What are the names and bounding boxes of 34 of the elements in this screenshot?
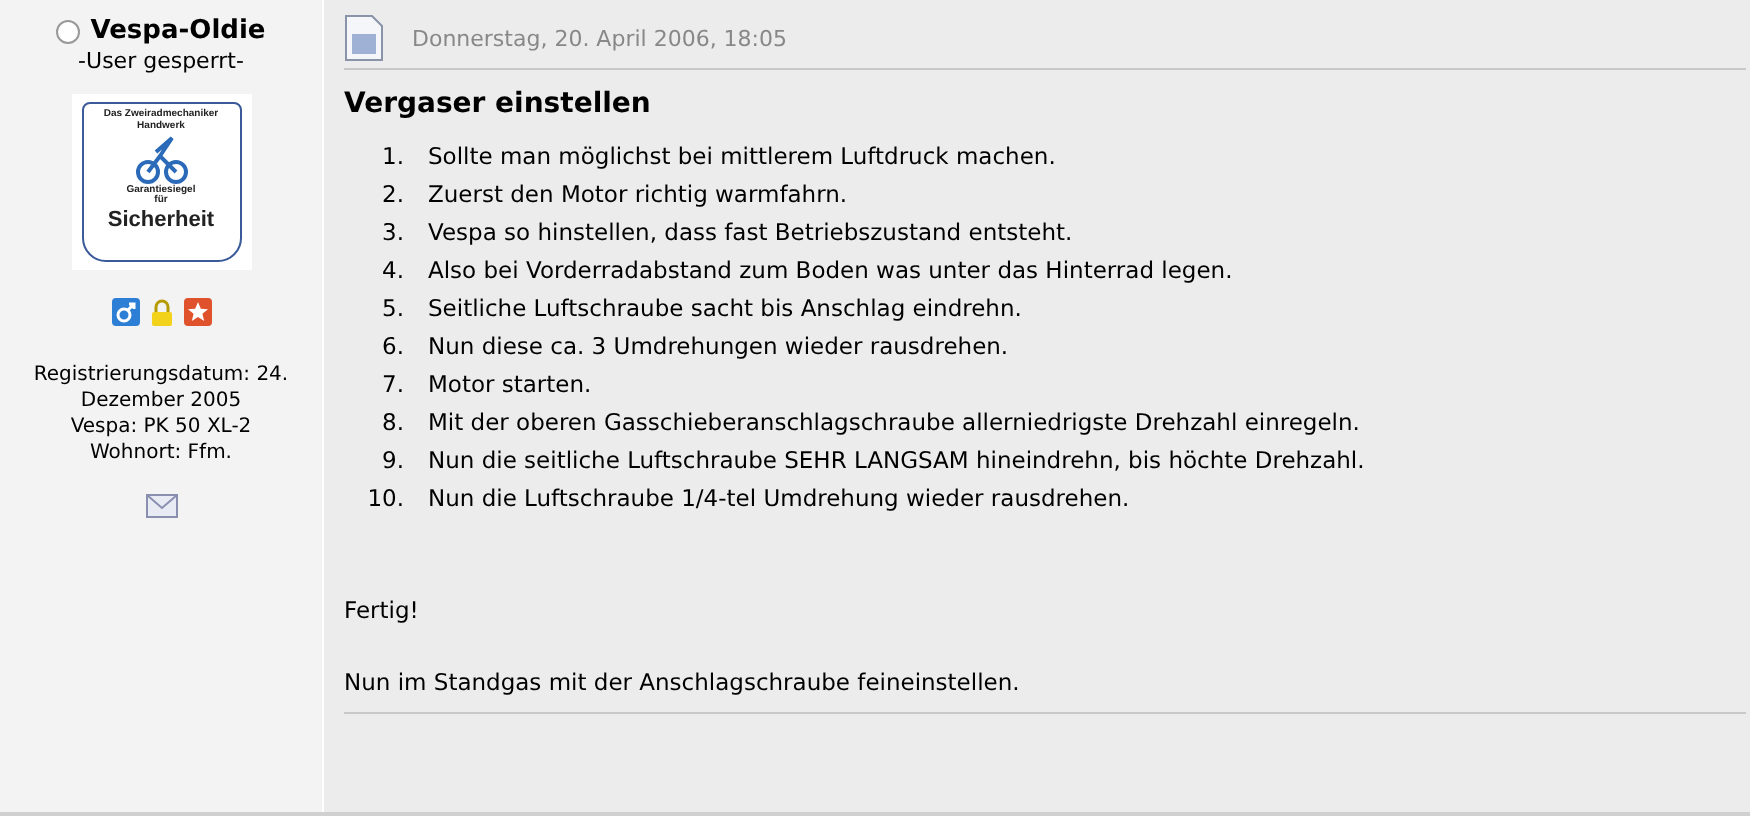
list-item-text: Motor starten. <box>428 369 592 397</box>
user-status: -User gesperrt- <box>78 48 244 74</box>
post-paragraph: Nun im Standgas mit der Anschlagschraube feineinstellen. <box>344 668 1746 714</box>
list-item-text: Nun die Luftschraube 1/4-tel Umdrehung wieder rausdrehen. <box>428 483 1130 511</box>
list-item-text: Mit der oberen Gasschieberanschlagschraube allerniedrigste Drehzahl einregeln. <box>428 407 1360 435</box>
star-icon[interactable] <box>183 298 211 326</box>
list-item-text: Vespa so hinstellen, dass fast Betriebszustand entsteht. <box>428 217 1073 245</box>
list-number: 10. <box>365 483 404 511</box>
list-item-text: Nun die seitliche Luftschraube SEHR LANGSAM hineindrehn, bis höchte Drehzahl. <box>428 445 1365 473</box>
list-item-text: Sollte man möglichst bei mittlerem Luftdruck machen. <box>428 141 1056 169</box>
list-number: 3. <box>380 217 404 245</box>
mail-icon[interactable] <box>145 494 177 518</box>
document-icon <box>344 14 384 62</box>
list-number: 8. <box>380 407 404 435</box>
list-item-text: Zuerst den Motor richtig warmfahrn. <box>428 179 848 207</box>
badge-text: Sicherheit <box>107 208 215 234</box>
post-date: Donnerstag, 20. April 2006, 18:05 <box>412 25 788 51</box>
list-number: 9. <box>380 445 404 473</box>
list-number: 1. <box>380 141 404 169</box>
lock-icon[interactable] <box>147 298 175 326</box>
list-item-text: Nun diese ca. 3 Umdrehungen wieder rausdrehen. <box>428 331 1009 359</box>
post-title: Vergaser einstellen <box>344 88 653 120</box>
username: Vespa-Oldie <box>90 16 266 46</box>
male-icon[interactable] <box>111 298 139 326</box>
list-number: 5. <box>380 293 404 321</box>
list-item-text: Also bei Vorderradabstand zum Boden was unter das Hinterrad legen. <box>428 255 1233 283</box>
list-number: 4. <box>380 255 404 283</box>
post-paragraph: Fertig! <box>344 596 421 624</box>
user-info: Registrierungsdatum: 24. Dezember 2005 Vespa: PK 50 XL-2 Wohnort: Ffm. <box>31 362 291 466</box>
list-item-text: Seitliche Luftschraube sacht bis Anschlag eindrehn. <box>428 293 1022 321</box>
list-number: 2. <box>380 179 404 207</box>
bicycle-icon <box>131 133 191 185</box>
list-number: 6. <box>380 331 404 359</box>
list-number: 7. <box>380 369 404 397</box>
